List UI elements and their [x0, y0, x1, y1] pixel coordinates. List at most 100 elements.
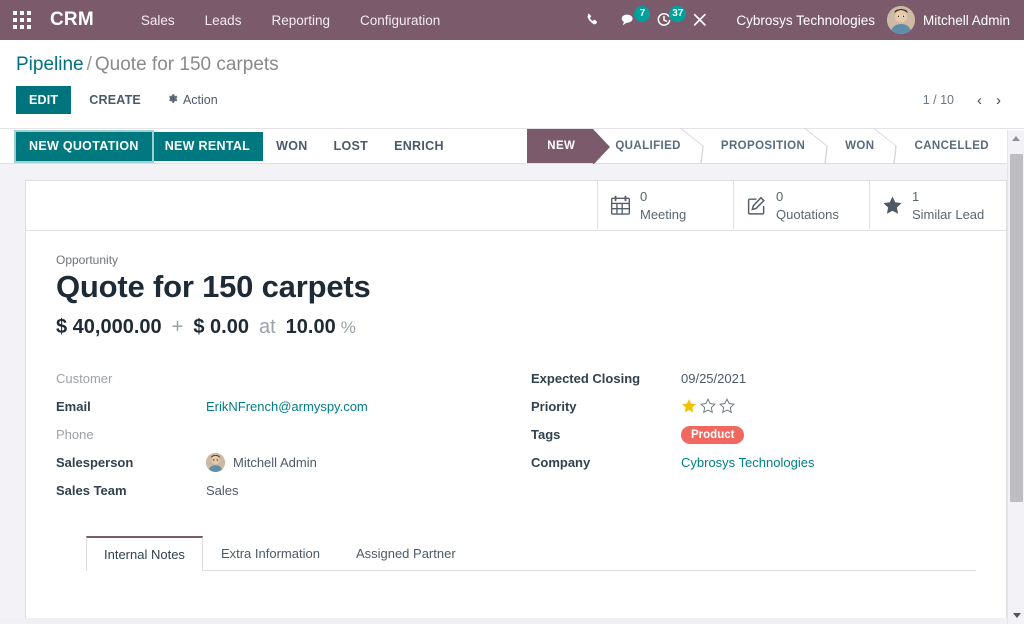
label-customer: Customer [56, 371, 206, 386]
stat-value-similar-lead: 1 [912, 189, 919, 204]
statusbar-action-buttons: NEW QUOTATION NEW RENTAL WON LOST ENRICH [16, 129, 457, 163]
field-row-email: Email ErikNFrench@armyspy.com [56, 393, 516, 421]
value-priority [681, 398, 735, 416]
star-icon-filled-1[interactable] [681, 398, 697, 416]
field-row-sales-team: Sales Team Sales [56, 477, 516, 505]
status-bar: NEW QUOTATION NEW RENTAL WON LOST ENRICH… [0, 128, 1024, 164]
phone-icon[interactable] [581, 7, 603, 33]
stat-button-similar-lead[interactable]: 1 Similar Lead [870, 181, 1006, 230]
mark-won-button[interactable]: WON [263, 132, 320, 161]
tab-assigned-partner[interactable]: Assigned Partner [338, 536, 474, 571]
menu-item-leads[interactable]: Leads [190, 3, 257, 38]
stat-button-quotations[interactable]: 0 Quotations [734, 181, 870, 230]
activities-clock-icon[interactable]: 37 [653, 7, 675, 33]
main-menu: Sales Leads Reporting Configuration [126, 3, 455, 38]
at-word: at [259, 316, 276, 339]
app-brand-crm[interactable]: CRM [50, 9, 94, 31]
avatar [206, 453, 225, 472]
record-subtitle: Opportunity [56, 253, 976, 267]
label-salesperson: Salesperson [56, 455, 206, 470]
avatar [887, 6, 915, 34]
control-panel: Pipeline/Quote for 150 carpets EDIT CREA… [0, 40, 1024, 128]
stat-label-quotations: Quotations [776, 207, 839, 222]
menu-item-reporting[interactable]: Reporting [256, 3, 345, 38]
user-name: Mitchell Admin [923, 13, 1010, 28]
value-salesperson[interactable]: Mitchell Admin [206, 453, 317, 472]
gear-icon [167, 93, 178, 107]
value-sales-team[interactable]: Sales [206, 483, 239, 498]
tag-product[interactable]: Product [681, 426, 744, 444]
scroll-down-arrow-icon[interactable] [1008, 607, 1024, 624]
stat-button-box: 0 Meeting 0 Quotations [26, 181, 1006, 231]
breadcrumb-current: Quote for 150 carpets [95, 54, 279, 75]
activities-badge: 37 [669, 6, 686, 22]
expected-revenue-value[interactable]: $ 40,000.00 [56, 316, 162, 339]
stat-text: 0 Meeting [640, 188, 686, 224]
scroll-up-arrow-icon[interactable] [1008, 130, 1024, 147]
stage-new[interactable]: NEW [527, 129, 593, 163]
stage-qualified[interactable]: QUALIFIED [593, 129, 699, 163]
field-row-expected-closing: Expected Closing 09/25/2021 [531, 365, 976, 393]
stat-text: 1 Similar Lead [912, 188, 984, 224]
menu-item-configuration[interactable]: Configuration [345, 3, 455, 38]
tab-pane-internal-notes[interactable] [86, 571, 976, 618]
field-row-priority: Priority [531, 393, 976, 421]
tab-internal-notes[interactable]: Internal Notes [86, 536, 203, 571]
label-sales-team: Sales Team [56, 483, 206, 498]
tab-extra-information[interactable]: Extra Information [203, 536, 338, 571]
left-field-column: Customer Email ErikNFrench@armyspy.com P… [56, 365, 516, 505]
scrollbar-thumb[interactable] [1010, 154, 1023, 502]
right-field-column: Expected Closing 09/25/2021 Priority [516, 365, 976, 505]
percent-sign: % [341, 318, 356, 338]
label-phone: Phone [56, 427, 206, 442]
pager-previous-button[interactable]: ‹ [970, 93, 989, 108]
field-row-tags: Tags Product [531, 421, 976, 449]
stat-spacer [26, 181, 598, 230]
label-company: Company [531, 455, 681, 470]
field-row-salesperson: Salesperson [56, 449, 516, 477]
value-expected-closing[interactable]: 09/25/2021 [681, 371, 746, 386]
recurring-revenue-value[interactable]: $ 0.00 [193, 316, 249, 339]
breadcrumb-separator: / [87, 54, 92, 75]
company-link[interactable]: Cybrosys Technologies [681, 455, 814, 470]
stage-proposition[interactable]: PROPOSITION [699, 129, 823, 163]
email-link[interactable]: ErikNFrench@armyspy.com [206, 399, 368, 414]
breadcrumb: Pipeline/Quote for 150 carpets [16, 40, 1008, 80]
page-title[interactable]: Quote for 150 carpets [56, 269, 976, 305]
messages-icon[interactable]: 7 [617, 7, 639, 33]
edit-button[interactable]: EDIT [16, 86, 71, 114]
star-icon-empty-3[interactable] [719, 398, 735, 416]
notebook: Internal Notes Extra Information Assigne… [56, 535, 976, 618]
star-icon-empty-2[interactable] [700, 398, 716, 416]
user-menu[interactable]: Mitchell Admin [887, 6, 1010, 34]
mark-lost-button[interactable]: LOST [321, 132, 382, 161]
stat-value-quotations: 0 [776, 189, 783, 204]
breadcrumb-pipeline[interactable]: Pipeline [16, 54, 84, 75]
pager-next-button[interactable]: › [989, 93, 1008, 108]
apps-grid-icon[interactable] [13, 11, 31, 29]
action-menu-button[interactable]: Action [159, 86, 226, 114]
messages-badge: 7 [634, 6, 650, 22]
vertical-scrollbar[interactable] [1007, 130, 1024, 624]
stat-button-meeting[interactable]: 0 Meeting [598, 181, 734, 230]
calendar-icon [610, 195, 631, 216]
menu-item-sales[interactable]: Sales [126, 3, 190, 38]
debug-tools-icon[interactable] [689, 7, 711, 33]
new-quotation-button[interactable]: NEW QUOTATION [16, 132, 152, 161]
navbar-right-group: 7 37 Cybrosys Technologies [574, 0, 1024, 40]
label-expected-closing: Expected Closing [531, 371, 681, 386]
value-company: Cybrosys Technologies [681, 455, 814, 470]
create-button[interactable]: CREATE [79, 86, 151, 114]
company-switcher[interactable]: Cybrosys Technologies [736, 13, 875, 28]
star-icon [882, 195, 903, 216]
stage-pipeline: NEW QUALIFIED PROPOSITION WON CANCELLED [527, 129, 1024, 163]
label-tags: Tags [531, 427, 681, 442]
probability-value[interactable]: 10.00 [286, 316, 336, 339]
top-navbar: CRM Sales Leads Reporting Configuration … [0, 0, 1024, 40]
enrich-button[interactable]: ENRICH [381, 132, 457, 161]
label-priority: Priority [531, 399, 681, 414]
new-rental-button[interactable]: NEW RENTAL [152, 132, 263, 161]
stage-won[interactable]: WON [823, 129, 892, 163]
control-panel-buttons: EDIT CREATE Action 1 / 10 ‹ › [16, 80, 1008, 128]
stage-cancelled[interactable]: CANCELLED [892, 129, 1007, 163]
